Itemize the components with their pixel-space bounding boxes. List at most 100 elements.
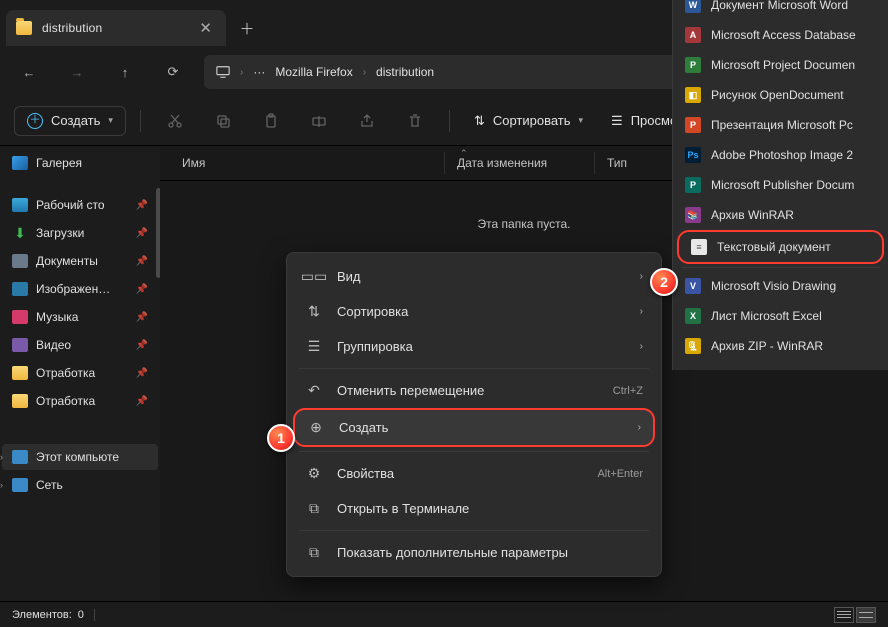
addr-crumb-distribution[interactable]: distribution (376, 65, 434, 79)
sidebar-item-gallery[interactable]: Галерея (2, 150, 158, 176)
chevron-down-icon: ▾ (579, 115, 584, 126)
new-tab-button[interactable]: ＋ (230, 11, 264, 45)
sidebar: Галерея Рабочий сто📌 ⬇Загрузки📌 Документ… (0, 146, 160, 601)
addr-crumb-firefox[interactable]: Mozilla Firefox (275, 65, 352, 79)
folder-icon (16, 21, 32, 35)
header-name[interactable]: Имя (174, 152, 444, 174)
sidebar-item-documents[interactable]: Документы📌 (2, 248, 158, 274)
up-button[interactable]: ↑ (108, 55, 142, 89)
sub-ppt[interactable]: PПрезентация Microsoft Pс (673, 110, 888, 140)
access-icon: A (685, 27, 701, 43)
sub-rar[interactable]: 📚Архив WinRAR (673, 200, 888, 230)
view-details-button[interactable] (834, 607, 854, 623)
share-icon[interactable] (347, 103, 387, 139)
ctx-new[interactable]: ⊕Создать› (293, 408, 655, 447)
gear-icon: ⚙ (305, 465, 323, 482)
sidebar-item-label: Отработка (36, 394, 95, 408)
step-badge-1: 1 (267, 424, 295, 452)
sort-button[interactable]: ⇅ Сортировать ▾ (464, 107, 593, 135)
view-icons-button[interactable] (856, 607, 876, 623)
sub-psd[interactable]: PsAdobe Photoshop Image 2 (673, 140, 888, 170)
ctx-sort[interactable]: ⇅Сортировка› (293, 294, 655, 329)
folder-icon (12, 366, 28, 380)
sidebar-item-folder[interactable]: Отработка 📌 (2, 388, 158, 414)
context-menu: ▭▭Вид› ⇅Сортировка› ☰Группировка› ↶Отмен… (286, 252, 662, 577)
back-button[interactable]: ← (12, 55, 46, 89)
rename-icon[interactable] (299, 103, 339, 139)
pin-icon: 📌 (136, 228, 148, 239)
chevron-down-icon: ▾ (108, 115, 113, 126)
sub-visio[interactable]: VMicrosoft Visio Drawing (673, 271, 888, 301)
more-icon: ⧉ (305, 544, 323, 561)
plus-circle-icon: ⊕ (307, 419, 325, 436)
sub-zip[interactable]: 🗜Архив ZIP - WinRAR (673, 331, 888, 361)
status-items-label: Элементов: (12, 609, 72, 621)
header-date[interactable]: Дата изменения (444, 152, 594, 174)
sub-label: Лист Microsoft Excel (711, 309, 822, 323)
txt-icon: ≡ (691, 239, 707, 255)
pin-icon: 📌 (136, 256, 148, 267)
desktop-icon (12, 198, 28, 212)
sidebar-item-thispc[interactable]: ›Этот компьюте (2, 444, 158, 470)
sidebar-item-videos[interactable]: Видео📌 (2, 332, 158, 358)
folder-icon (12, 394, 28, 408)
sidebar-item-folder[interactable]: Отработка📌 (2, 360, 158, 386)
ctx-label: Открыть в Терминале (337, 501, 469, 516)
sub-word[interactable]: WДокумент Microsoft Word (673, 0, 888, 20)
sidebar-item-downloads[interactable]: ⬇Загрузки📌 (2, 220, 158, 246)
sort-icon: ⇅ (305, 303, 323, 320)
sort-icon: ⇅ (474, 113, 485, 129)
chevron-right-icon: › (638, 422, 641, 433)
addr-dots: ··· (253, 65, 265, 79)
chevron-right-icon: › (0, 452, 3, 462)
sidebar-item-desktop[interactable]: Рабочий сто📌 (2, 192, 158, 218)
group-icon: ☰ (305, 338, 323, 355)
close-icon[interactable]: ✕ (195, 17, 216, 39)
sidebar-item-label: Музыка (36, 310, 78, 324)
separator (449, 110, 450, 132)
tab-distribution[interactable]: distribution ✕ (6, 10, 226, 46)
ctx-group[interactable]: ☰Группировка› (293, 329, 655, 364)
chevron-right-icon: › (640, 341, 643, 352)
paste-icon[interactable] (251, 103, 291, 139)
sidebar-item-network[interactable]: ›Сеть (2, 472, 158, 498)
ctx-more[interactable]: ⧉Показать дополнительные параметры (293, 535, 655, 570)
sort-label: Сортировать (493, 113, 571, 128)
delete-icon[interactable] (395, 103, 435, 139)
pin-icon: 📌 (136, 368, 148, 379)
sub-txt[interactable]: ≡Текстовый документ (677, 230, 884, 264)
sub-odg[interactable]: ◧Рисунок OpenDocument (673, 80, 888, 110)
pictures-icon (12, 282, 28, 296)
document-icon (12, 254, 28, 268)
pin-icon: 📌 (136, 340, 148, 351)
terminal-icon: ⧉ (305, 500, 323, 517)
sidebar-item-pictures[interactable]: Изображен…📌 (2, 276, 158, 302)
sub-label: Microsoft Access Database (711, 28, 856, 42)
new-button[interactable]: ＋ Создать ▾ (14, 106, 126, 136)
forward-button[interactable]: → (60, 55, 94, 89)
separator (681, 267, 880, 268)
ctx-terminal[interactable]: ⧉ Открыть в Терминале (293, 491, 655, 526)
cut-icon[interactable] (155, 103, 195, 139)
sub-access[interactable]: A Microsoft Access Database (673, 20, 888, 50)
copy-icon[interactable] (203, 103, 243, 139)
sub-label: Презентация Microsoft Pс (711, 118, 853, 132)
refresh-button[interactable]: ⟳ (156, 55, 190, 89)
ctx-view[interactable]: ▭▭Вид› (293, 259, 655, 294)
sidebar-item-label: Изображен… (36, 282, 110, 296)
sub-label: Документ Microsoft Word (711, 0, 848, 12)
sidebar-item-music[interactable]: Музыка📌 (2, 304, 158, 330)
sub-pub[interactable]: PMicrosoft Publisher Docum (673, 170, 888, 200)
sub-project[interactable]: PMicrosoft Project Documen (673, 50, 888, 80)
videos-icon (12, 338, 28, 352)
pin-icon: 📌 (136, 396, 148, 407)
ctx-properties[interactable]: ⚙СвойстваAlt+Enter (293, 456, 655, 491)
plus-circle-icon: ＋ (27, 113, 43, 129)
sub-xls[interactable]: XЛист Microsoft Excel (673, 301, 888, 331)
ctx-label: Отменить перемещение (337, 383, 484, 398)
ctx-undo[interactable]: ↶Отменить перемещениеCtrl+Z (293, 373, 655, 408)
separator (140, 110, 141, 132)
chevron-right-icon: › (363, 67, 366, 78)
separator (299, 451, 649, 452)
pc-icon (12, 450, 28, 464)
